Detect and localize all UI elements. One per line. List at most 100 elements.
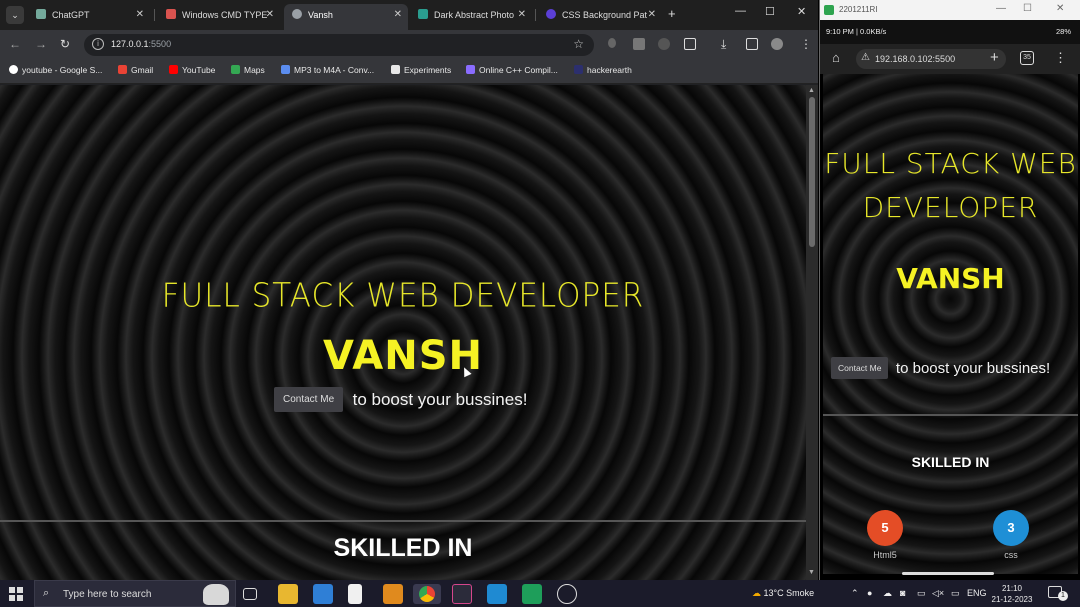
url-text[interactable]: 127.0.0.1:5500: [111, 39, 171, 49]
close-tab-icon[interactable]: ✕: [394, 4, 402, 26]
address-bar[interactable]: i 127.0.0.1:5500 ☆: [84, 34, 594, 56]
profile-avatar[interactable]: [771, 38, 783, 50]
extension-icon[interactable]: [633, 38, 645, 50]
tab-chatgpt[interactable]: ChatGPT ✕: [28, 4, 150, 30]
tray-app-icon[interactable]: ◙: [900, 588, 905, 598]
contact-me-button[interactable]: Contact Me: [831, 357, 889, 379]
gesture-nav-pill[interactable]: [902, 572, 994, 575]
clock-date: 21-12-2023: [991, 595, 1033, 604]
mobile-address-bar[interactable]: ⚠ 192.168.0.102:5500: [856, 49, 1006, 69]
page-scrollbar[interactable]: ▲ ▼: [806, 85, 818, 580]
bookmark-youtube-google[interactable]: youtube - Google S...: [9, 65, 102, 75]
bookmark-label: Experiments: [404, 65, 452, 75]
taskbar-clock[interactable]: 21:10 21-12-2023: [990, 583, 1034, 605]
url-host: 127.0.0.1: [111, 39, 149, 49]
microphone-icon[interactable]: ●: [867, 588, 872, 598]
cloud-icon[interactable]: ☁: [883, 588, 892, 599]
scroll-down-icon[interactable]: ▼: [808, 569, 815, 576]
mail-icon[interactable]: [313, 584, 333, 604]
back-icon[interactable]: ←: [9, 37, 21, 51]
tab-css-background[interactable]: CSS Background Pat ✕: [538, 4, 662, 30]
menu-kebab-icon[interactable]: ⋮: [1054, 50, 1067, 66]
bookmark-mp3-to-m4a[interactable]: MP3 to M4A - Conv...: [281, 65, 374, 75]
mobile-page-viewport: FULL STACK WEB DEVELOPER VANSH Contact M…: [823, 74, 1078, 574]
vscode-icon[interactable]: [487, 584, 507, 604]
tab-vansh[interactable]: Vansh ✕: [284, 4, 408, 30]
info-icon[interactable]: i: [92, 38, 104, 50]
tab-favicon-icon: [546, 9, 556, 19]
warning-icon[interactable]: ⚠: [861, 52, 870, 63]
new-tab-button[interactable]: +: [668, 6, 676, 21]
monitor-icon[interactable]: ▭: [917, 588, 926, 599]
lightning-icon: [466, 65, 475, 74]
volume-muted-icon[interactable]: ◁×: [932, 588, 944, 599]
skill-label: Html5: [873, 550, 897, 560]
bookmark-label: MP3 to M4A - Conv...: [294, 65, 375, 75]
bookmark-experiments[interactable]: Experiments: [391, 65, 451, 75]
windows-taskbar: ⌕ Type here to search ☁ 13°C Smoke ⌃ ● ☁…: [0, 580, 1080, 607]
new-tab-button[interactable]: +: [990, 49, 999, 66]
hero-subtitle-line1: FULL STACK WEB: [824, 147, 1077, 180]
forward-icon[interactable]: →: [35, 37, 47, 51]
extension-icon[interactable]: [658, 38, 670, 50]
bookmark-label: Maps: [244, 65, 265, 75]
scrcpy-icon[interactable]: [522, 584, 542, 604]
extension-icon[interactable]: [608, 38, 616, 48]
close-window-icon[interactable]: ✕: [797, 5, 806, 18]
hero-name: VANSH: [323, 333, 483, 379]
windows-start-icon[interactable]: [9, 587, 23, 601]
battery-icon[interactable]: ▭: [951, 588, 960, 599]
tab-dark-abstract-photo[interactable]: Dark Abstract Photo ✕: [410, 4, 532, 30]
tab-switcher-button[interactable]: 35: [1020, 51, 1034, 65]
menu-kebab-icon[interactable]: ⋮: [800, 37, 812, 51]
bookmark-online-cpp[interactable]: Online C++ Compil...: [466, 65, 558, 75]
browser-window: ⌄ ChatGPT ✕ Windows CMD TYPE ✕ Vansh ✕ D…: [0, 0, 818, 580]
home-icon[interactable]: ⌂: [832, 50, 840, 65]
terminal-icon[interactable]: [452, 584, 472, 604]
tab-search-button[interactable]: ⌄: [6, 6, 24, 24]
skill-label: css: [1004, 550, 1018, 560]
task-view-icon[interactable]: [243, 588, 257, 600]
html5-icon: 5: [867, 510, 903, 546]
tab-windows-cmd[interactable]: Windows CMD TYPE ✕: [158, 4, 280, 30]
taskbar-search-box[interactable]: ⌕ Type here to search: [34, 580, 236, 607]
file-explorer-icon[interactable]: [278, 584, 298, 604]
extensions-puzzle-icon[interactable]: [684, 38, 696, 50]
bookmark-gmail[interactable]: Gmail: [118, 65, 153, 75]
scrollbar-thumb[interactable]: [809, 97, 815, 247]
sublime-text-icon[interactable]: [383, 584, 403, 604]
close-window-icon[interactable]: ✕: [1056, 3, 1064, 14]
bookmarks-bar: youtube - Google S... Gmail YouTube Maps…: [0, 60, 818, 84]
minimize-icon[interactable]: —: [996, 3, 1006, 14]
close-tab-icon[interactable]: ✕: [518, 4, 526, 26]
maximize-icon[interactable]: ☐: [765, 5, 775, 18]
scroll-up-icon[interactable]: ▲: [808, 87, 815, 94]
close-tab-icon[interactable]: ✕: [266, 4, 274, 26]
mobile-browser-toolbar: ⌂ ⚠ 192.168.0.102:5500 + 35 ⋮: [820, 44, 1080, 74]
bookmark-maps[interactable]: Maps: [231, 65, 265, 75]
reload-icon[interactable]: ↻: [60, 37, 70, 51]
bookmark-star-icon[interactable]: ☆: [573, 37, 584, 51]
side-panel-icon[interactable]: [746, 38, 758, 50]
tab-favicon-icon: [418, 9, 428, 19]
bookmark-youtube[interactable]: YouTube: [169, 65, 215, 75]
close-tab-icon[interactable]: ✕: [648, 4, 656, 26]
bookmark-hackerearth[interactable]: hackerearth: [574, 65, 632, 75]
weather-widget[interactable]: ☁ 13°C Smoke: [752, 588, 814, 599]
bookmark-label: youtube - Google S...: [22, 65, 103, 75]
bookmark-label: hackerearth: [587, 65, 632, 75]
chrome-icon[interactable]: [413, 584, 441, 604]
globe-icon: [292, 9, 302, 19]
input-language[interactable]: ENG: [967, 588, 987, 598]
minimize-icon[interactable]: —: [735, 5, 746, 17]
notepad-icon[interactable]: [348, 584, 362, 604]
recorder-icon[interactable]: [557, 584, 577, 604]
download-icon[interactable]: ⤓: [721, 37, 726, 52]
cta-row: Contact Me to boost your bussines!: [831, 357, 1050, 379]
skill-css: 3 css: [981, 510, 1041, 560]
contact-me-button[interactable]: Contact Me: [274, 387, 344, 412]
close-tab-icon[interactable]: ✕: [136, 4, 144, 26]
url-port: :5500: [148, 39, 172, 49]
maximize-icon[interactable]: ☐: [1023, 3, 1032, 14]
show-hidden-icons[interactable]: ⌃: [851, 588, 859, 599]
